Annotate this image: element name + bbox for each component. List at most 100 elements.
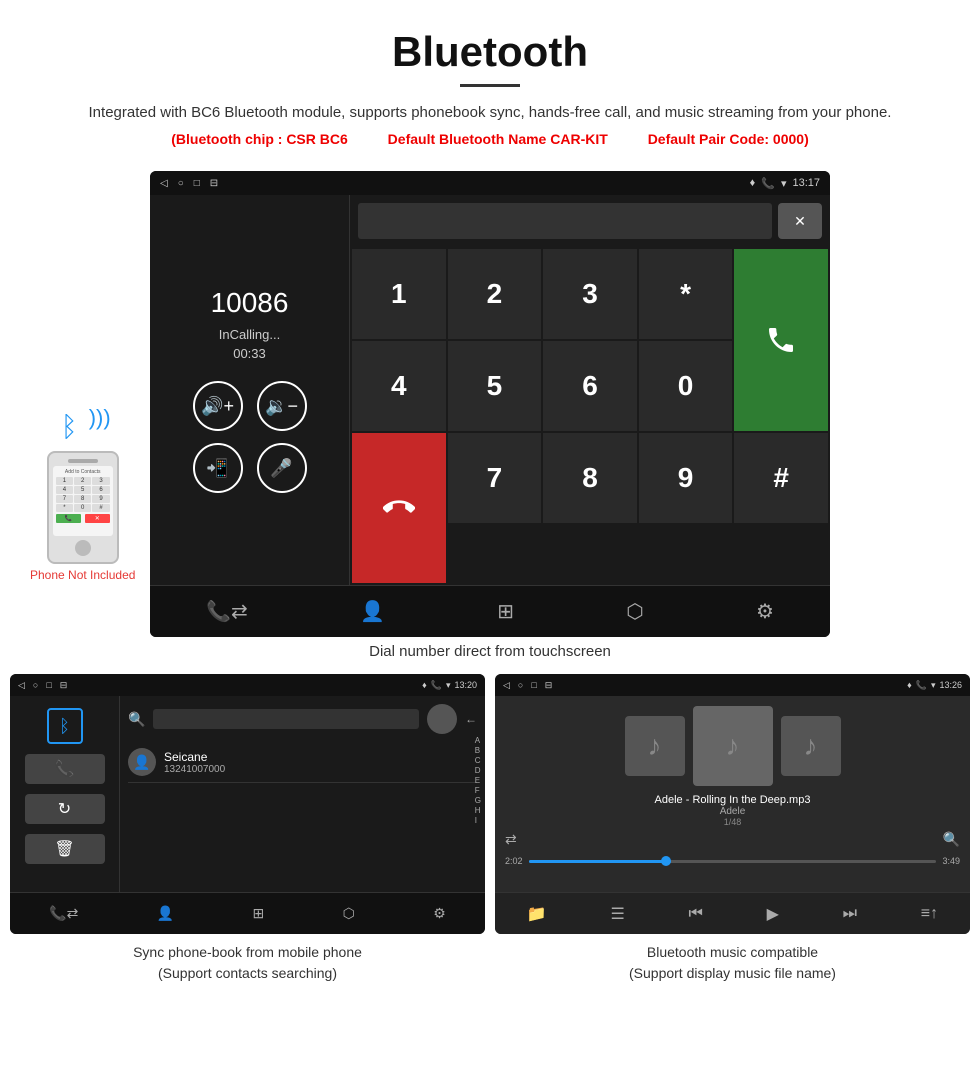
volume-down-button[interactable]: 🔉− xyxy=(257,381,307,431)
notification-icon: ⊟ xyxy=(210,178,218,189)
phonebook-caption: Sync phone-book from mobile phone (Suppo… xyxy=(133,942,362,984)
music-nav-play[interactable]: ▶ xyxy=(767,904,779,924)
progress-bar[interactable] xyxy=(529,860,937,863)
music-nav-prev[interactable]: ⏮ xyxy=(689,905,703,923)
key-hash[interactable]: # xyxy=(734,433,828,523)
pb-nav-settings[interactable]: ⚙ xyxy=(433,905,446,922)
shuffle-icon[interactable]: ⇄ xyxy=(505,831,517,848)
phonebook-screen: ◁ ○ □ ⊟ ♦ 📞 ▾ 13:20 xyxy=(10,674,485,934)
nav-transfer-icon[interactable]: ⬡ xyxy=(618,591,651,632)
recent-icon: □ xyxy=(194,178,200,189)
album-art-right: ♪ xyxy=(781,716,841,776)
pb-contact-avatar: 👤 xyxy=(128,748,156,776)
pb-delete-btn[interactable]: 🗑 xyxy=(25,834,105,864)
pb-search-input[interactable] xyxy=(153,709,419,729)
music-nav-equalizer[interactable]: ≡↑ xyxy=(921,905,938,923)
status-bar: ◁ ○ □ ⊟ ♦ 📞 ▾ 13:17 xyxy=(150,171,830,195)
music-nav-next[interactable]: ⏭ xyxy=(843,905,857,923)
nav-keypad-icon[interactable]: ⊞ xyxy=(489,591,522,632)
phonebook-caption-line2: (Support contacts searching) xyxy=(158,965,337,981)
pb-nav-call[interactable]: 📞⇄ xyxy=(49,905,78,922)
music-nav-folder[interactable]: 📁 xyxy=(527,904,547,924)
music-caption-line2: (Support display music file name) xyxy=(629,965,836,981)
spec2: Default Bluetooth Name CAR-KIT xyxy=(388,131,608,147)
mute-button[interactable]: 🎤 xyxy=(257,443,307,493)
key-9[interactable]: 9 xyxy=(639,433,733,523)
music-frame: ◁ ○ □ ⊟ ♦ 📞 ▾ 13:26 xyxy=(495,674,970,934)
key-star[interactable]: * xyxy=(639,249,733,339)
phone-body: Add to Contacts 1 2 3 4 5 6 7 8 9 * 0 # xyxy=(47,451,119,564)
pb-search-icon: 🔍 xyxy=(128,711,145,728)
page-subtitle: Integrated with BC6 Bluetooth module, su… xyxy=(20,101,960,125)
main-caption: Dial number direct from touchscreen xyxy=(0,643,980,660)
pb-location-icon: ♦ xyxy=(422,680,427,690)
key-8[interactable]: 8 xyxy=(543,433,637,523)
call-controls-row-1: 🔊+ 🔉− xyxy=(193,381,307,431)
pb-bluetooth-icon[interactable]: ᛒ xyxy=(47,708,83,744)
pb-bottom-nav: 📞⇄ 👤 ⊞ ⬡ ⚙ xyxy=(10,892,485,934)
key-7[interactable]: 7 xyxy=(448,433,542,523)
volume-up-button[interactable]: 🔊+ xyxy=(193,381,243,431)
pb-nav-keypad[interactable]: ⊞ xyxy=(253,905,265,922)
status-bar-right: ♦ 📞 ▾ 13:17 xyxy=(750,177,820,190)
key-5[interactable]: 5 xyxy=(448,341,542,431)
main-dialer-screenshot: ◁ ○ □ ⊟ ♦ 📞 ▾ 13:17 10086 InCalling... xyxy=(150,171,830,637)
music-content: ♪ ♪ ♪ Adele - Rolling In the Deep.mp3 Ad… xyxy=(495,696,970,892)
music-bottom-nav: 📁 ☰ ⏮ ▶ ⏭ ≡↑ xyxy=(495,892,970,934)
pb-nav-contacts[interactable]: 👤 xyxy=(157,905,174,922)
pb-sync-btn[interactable]: ↻ xyxy=(25,794,105,824)
pb-nav-transfer[interactable]: ⬡ xyxy=(343,905,355,922)
key-3[interactable]: 3 xyxy=(543,249,637,339)
key-6[interactable]: 6 xyxy=(543,341,637,431)
music-phone-icon: 📞 xyxy=(916,680,927,691)
signal-arcs-icon: ))) xyxy=(89,405,111,431)
spec3: Default Pair Code: 0000) xyxy=(648,131,809,147)
music-wifi-icon: ▾ xyxy=(931,680,936,691)
phone-illustration: ᛒ ))) Add to Contacts 1 2 3 4 5 6 7 8 xyxy=(30,401,135,582)
progress-container: 2:02 3:49 xyxy=(505,856,960,866)
call-button[interactable] xyxy=(734,249,828,431)
pb-contact-item[interactable]: 👤 Seicane 13241007000 xyxy=(128,742,477,783)
numpad: 1 2 3 * 4 5 6 0 7 xyxy=(350,247,830,585)
phonebook-caption-line1: Sync phone-book from mobile phone xyxy=(133,944,362,960)
key-1[interactable]: 1 xyxy=(352,249,446,339)
wifi-icon: ▾ xyxy=(781,177,787,190)
end-call-button[interactable] xyxy=(352,433,446,583)
phonebook-card: ◁ ○ □ ⊟ ♦ 📞 ▾ 13:20 xyxy=(10,674,485,984)
home-icon: ○ xyxy=(178,178,184,189)
search-icon[interactable]: 🔍 xyxy=(943,831,960,848)
backspace-button[interactable]: ✕ xyxy=(778,203,822,239)
nav-settings-icon[interactable]: ⚙ xyxy=(748,591,782,632)
music-nav-list[interactable]: ☰ xyxy=(610,904,624,924)
bottom-screenshots: ◁ ○ □ ⊟ ♦ 📞 ▾ 13:20 xyxy=(0,674,980,984)
phone-screen-mini: Add to Contacts 1 2 3 4 5 6 7 8 9 * 0 # xyxy=(53,466,113,536)
pb-contact-thumb xyxy=(427,704,457,734)
nav-contacts-icon[interactable]: 👤 xyxy=(352,591,393,632)
dialer-right-panel: ✕ 1 2 3 * 4 5 6 0 xyxy=(350,195,830,585)
title-divider xyxy=(460,84,520,87)
location-icon: ♦ xyxy=(750,177,756,189)
call-status: InCalling... xyxy=(219,327,280,342)
page-header: Bluetooth Integrated with BC6 Bluetooth … xyxy=(0,0,980,157)
dialer-input-field[interactable] xyxy=(358,203,772,239)
phone-icon: 📞 xyxy=(761,177,775,190)
transfer-button[interactable]: 📲 xyxy=(193,443,243,493)
pb-contact-number: 13241007000 xyxy=(164,764,477,775)
key-4[interactable]: 4 xyxy=(352,341,446,431)
pb-search-bar: 🔍 ← xyxy=(128,704,477,734)
album-art-center: ♪ xyxy=(693,706,773,786)
key-2[interactable]: 2 xyxy=(448,249,542,339)
key-0[interactable]: 0 xyxy=(639,341,733,431)
pb-alphabetical-index: A B C D E F G H I xyxy=(475,736,481,825)
pb-main: 🔍 ← 👤 Seicane 13241007000 xyxy=(120,696,485,892)
nav-call-icon[interactable]: 📞⇄ xyxy=(198,591,256,632)
music-title: Adele - Rolling In the Deep.mp3 xyxy=(655,794,811,806)
pb-content: ᛒ 📞 ↻ 🗑 🔍 ← xyxy=(10,696,485,892)
pb-call-btn[interactable]: 📞 xyxy=(25,754,105,784)
time-elapsed: 2:02 xyxy=(505,856,523,866)
music-screen: ◁ ○ □ ⊟ ♦ 📞 ▾ 13:26 xyxy=(495,674,970,934)
pb-wifi-icon: ▾ xyxy=(446,680,451,691)
pb-back-arrow: ← xyxy=(465,712,477,726)
call-number: 10086 xyxy=(211,287,289,319)
music-status-bar: ◁ ○ □ ⊟ ♦ 📞 ▾ 13:26 xyxy=(495,674,970,696)
